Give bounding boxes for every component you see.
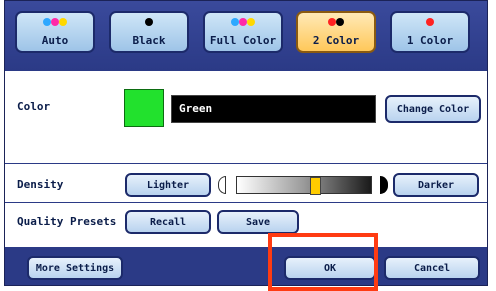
quality-presets-label: Quality Presets (17, 215, 117, 228)
color-mode-full-color-label: Full Color (209, 34, 277, 47)
color-dot-icon (247, 18, 255, 26)
copy-color-settings-panel: Auto Black Full Color 2 Color 1 Color Co… (4, 0, 488, 286)
color-dot-icon (328, 18, 336, 26)
color-mode-full-color-button[interactable]: Full Color (203, 11, 283, 53)
light-end-icon (218, 176, 226, 194)
color-dot-icon (51, 18, 59, 26)
color-label: Color (17, 100, 51, 113)
color-dot-icon (145, 18, 153, 26)
color-mode-1-color-button[interactable]: 1 Color (390, 11, 470, 53)
color-mode-black-button[interactable]: Black (109, 11, 189, 53)
one-color-dot-icon (392, 18, 468, 28)
color-value-field: Green (171, 95, 376, 123)
lighter-button[interactable]: Lighter (125, 173, 211, 197)
save-preset-button[interactable]: Save (217, 210, 299, 234)
color-dot-icon (426, 18, 434, 26)
more-settings-button[interactable]: More Settings (27, 256, 123, 280)
color-swatch (124, 89, 164, 127)
black-dot-icon (111, 18, 187, 28)
color-mode-1-color-label: 1 Color (406, 34, 454, 47)
darker-button[interactable]: Darker (393, 173, 479, 197)
divider (5, 202, 487, 203)
density-thumb[interactable] (309, 177, 321, 195)
color-mode-bar: Auto Black Full Color 2 Color 1 Color (5, 1, 487, 71)
density-slider[interactable] (218, 176, 388, 195)
color-mode-2-color-button[interactable]: 2 Color (296, 11, 376, 53)
recall-button[interactable]: Recall (125, 210, 211, 234)
density-label: Density (17, 178, 64, 191)
dark-end-icon (380, 176, 388, 194)
ok-button-highlight (268, 233, 378, 291)
color-dot-icon (43, 18, 51, 26)
color-mode-black-label: Black (132, 34, 166, 47)
color-dot-icon (239, 18, 247, 26)
cancel-button[interactable]: Cancel (384, 256, 480, 280)
divider (5, 163, 487, 164)
color-mode-auto-button[interactable]: Auto (15, 11, 95, 53)
color-dot-icon (231, 18, 239, 26)
color-dot-icon (336, 18, 344, 26)
color-dot-icon (59, 18, 67, 26)
auto-dots-icon (17, 18, 93, 28)
color-mode-2-color-label: 2 Color (312, 34, 360, 47)
color-mode-auto-label: Auto (41, 34, 69, 47)
change-color-button[interactable]: Change Color (385, 95, 481, 123)
two-color-dots-icon (298, 18, 374, 28)
density-track[interactable] (236, 176, 372, 195)
full-color-dots-icon (205, 18, 281, 28)
